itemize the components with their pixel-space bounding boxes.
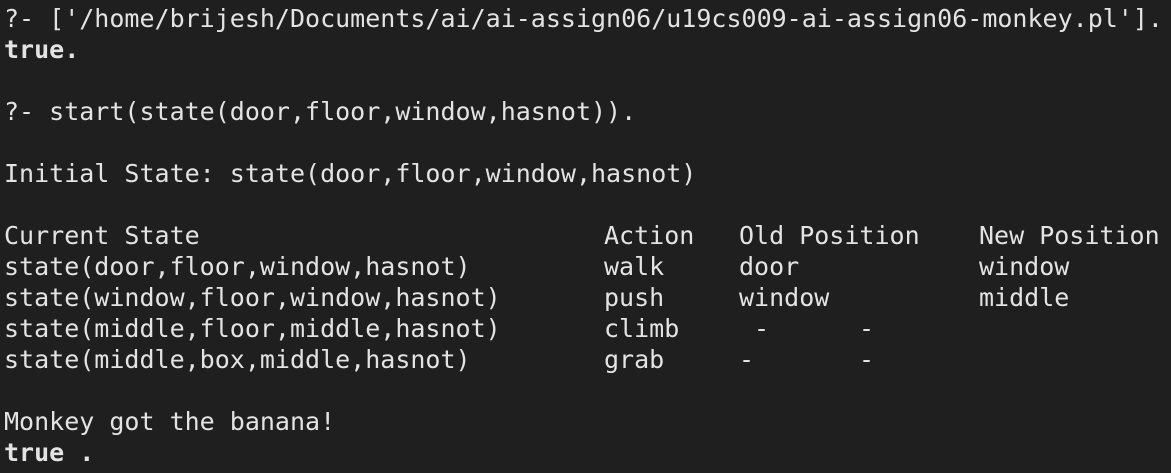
result-message: Monkey got the banana! [4, 407, 336, 436]
row-current-state: state(middle,box,middle,hasnot) [4, 345, 471, 374]
final-result: true . [4, 438, 95, 467]
row-new-position: - [859, 345, 875, 374]
row-new-position: window [979, 252, 1070, 281]
row-action: push [604, 283, 665, 312]
consult-result: true. [4, 35, 80, 64]
row-current-state: state(window,floor,window,hasnot) [4, 283, 501, 312]
row-old-position: door [739, 252, 800, 281]
row-action: grab [604, 345, 665, 374]
row-old-position: - [739, 314, 770, 343]
row-current-state: state(middle,floor,middle,hasnot) [4, 314, 501, 343]
row-old-position: window [739, 283, 830, 312]
row-new-position: - [859, 314, 875, 343]
initial-state-line: Initial State: state(door,floor,window,h… [4, 159, 697, 188]
row-action: walk [604, 252, 665, 281]
header-old-position: Old Position [739, 221, 920, 250]
row-current-state: state(door,floor,window,hasnot) [4, 252, 471, 281]
header-current-state: Current State [4, 221, 200, 250]
terminal-window[interactable]: ?- ['/home/brijesh/Documents/ai/ai-assig… [0, 0, 1171, 473]
query-command-line: ?- start(state(door,floor,window,hasnot)… [4, 97, 637, 126]
row-new-position: middle [979, 283, 1070, 312]
consult-command-line: ?- ['/home/brijesh/Documents/ai/ai-assig… [4, 4, 1163, 33]
row-old-position: - [739, 345, 755, 374]
row-action: climb [604, 314, 680, 343]
header-new-position: New Position [979, 221, 1160, 250]
header-action: Action [604, 221, 695, 250]
